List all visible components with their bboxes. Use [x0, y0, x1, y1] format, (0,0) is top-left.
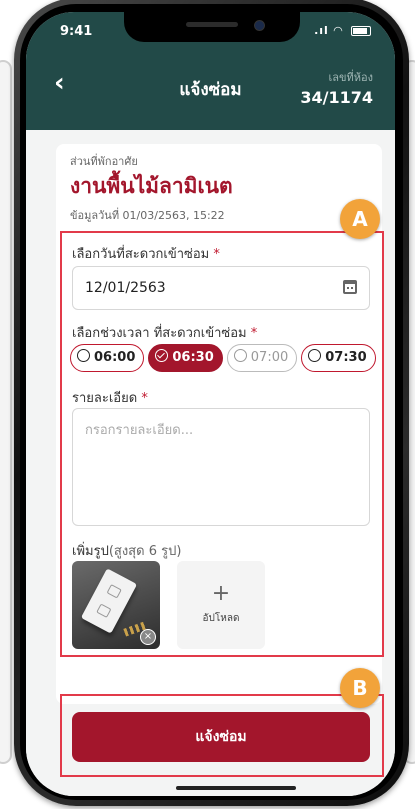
- annotation-box-a: [60, 231, 384, 657]
- status-time: 9:41: [60, 24, 93, 39]
- room-label: เลขที่ห้อง: [328, 71, 374, 84]
- wifi-icon: ◠: [333, 24, 344, 37]
- notch: [124, 12, 300, 42]
- room-info: เลขที่ห้อง 34/1174: [300, 68, 373, 107]
- section-title: งานพื้นไม้ลามิเนต: [70, 174, 233, 198]
- adjacent-phone-left: [0, 60, 12, 764]
- room-number: 34/1174: [300, 88, 373, 107]
- section-date: ข้อมูลวันที่ 01/03/2563, 15:22: [70, 209, 225, 222]
- annotation-marker-b: B: [340, 668, 380, 708]
- signal-icon: .ıl: [314, 24, 329, 37]
- speaker: [186, 22, 238, 27]
- battery-icon: [351, 26, 371, 36]
- annotation-marker-a: A: [340, 199, 380, 239]
- front-camera: [254, 20, 265, 31]
- section-label: ส่วนที่พักอาศัย: [70, 155, 138, 168]
- annotation-box-b: [60, 694, 384, 777]
- home-indicator: [176, 786, 296, 790]
- app-header: ‹ แจ้งซ่อม เลขที่ห้อง 34/1174: [26, 56, 395, 130]
- system-icons: .ıl ◠: [314, 24, 371, 37]
